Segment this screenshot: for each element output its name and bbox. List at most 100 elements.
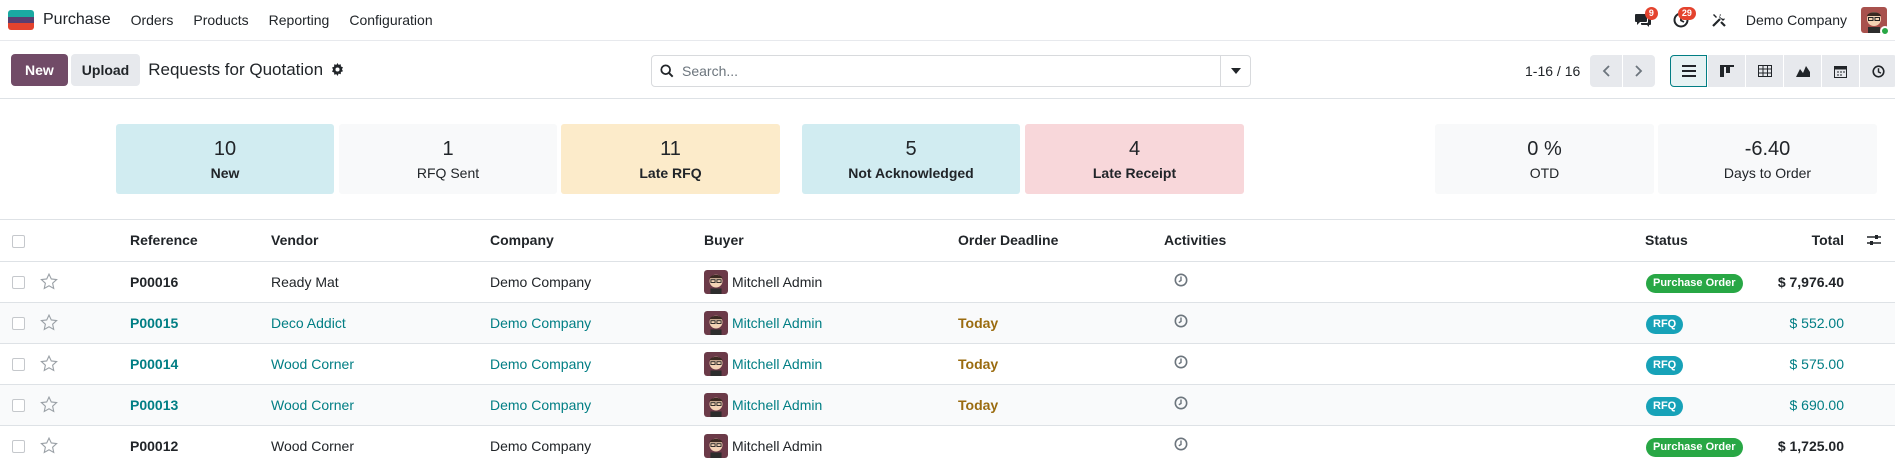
company-switcher[interactable]: Demo Company [1746,12,1847,28]
priority-star-icon[interactable] [40,314,58,331]
column-order-deadline[interactable]: Order Deadline [954,220,1160,262]
row-checkbox[interactable] [12,276,25,290]
cell-vendor: Wood Corner [267,384,486,426]
table-row[interactable]: P00014 Wood Corner Demo Company Mitchell… [0,343,1895,385]
buyer-avatar [704,433,728,458]
activity-clock-icon[interactable] [1174,273,1188,287]
pager-value[interactable]: 1-16 / 16 [1525,63,1580,79]
priority-star-icon[interactable] [40,396,58,413]
cell-reference: P00012 [126,425,267,462]
activity-clock-icon[interactable] [1174,396,1188,410]
search-input[interactable] [682,57,1220,85]
card-rfq-sent[interactable]: 1 RFQ Sent [339,124,557,194]
column-status[interactable]: Status [1645,232,1688,248]
column-activities[interactable]: Activities [1160,220,1637,262]
tools-icon [1712,14,1726,27]
messages-button[interactable]: 9 [1626,7,1660,33]
menu-configuration[interactable]: Configuration [349,12,432,28]
kanban-view-button[interactable] [1708,55,1745,87]
priority-star-icon[interactable] [40,437,58,454]
activity-clock-icon[interactable] [1174,314,1188,328]
control-panel: New Upload Requests for Quotation 1-16 /… [0,41,1895,99]
table-row[interactable]: P00015 Deco Addict Demo Company Mitchell… [0,302,1895,344]
clock-icon [1872,64,1885,78]
cell-reference: P00013 [126,384,267,426]
cell-vendor: Ready Mat [267,261,486,303]
status-badge: Purchase Order [1646,437,1743,457]
status-badge: Purchase Order [1646,273,1743,293]
activity-clock-icon[interactable] [1174,437,1188,451]
optional-columns-toggle[interactable] [1867,234,1881,246]
kpi-value: 0 % [1527,138,1562,160]
buyer-avatar [704,392,728,417]
search-bar [651,55,1251,87]
online-status-indicator [1880,26,1890,36]
card-new[interactable]: 10 New [116,124,334,194]
menu-reporting[interactable]: Reporting [269,12,330,28]
cell-reference: P00015 [126,302,267,344]
pager-previous-button[interactable] [1590,55,1623,87]
new-button[interactable]: New [11,53,68,86]
cell-company: Demo Company [486,384,700,426]
activities-button[interactable]: 29 [1664,7,1698,33]
table-row[interactable]: P00012 Wood Corner Demo Company Mitchell… [0,425,1895,462]
status-badge: RFQ [1646,314,1684,334]
row-checkbox[interactable] [12,440,25,454]
cell-order-deadline: Today [954,384,1160,426]
cell-order-deadline: Today [954,302,1160,344]
purchase-app-icon[interactable] [8,10,34,30]
row-checkbox[interactable] [12,399,25,413]
calendar-icon [1834,65,1847,78]
buyer-name: Mitchell Admin [732,437,823,454]
card-value: 5 [905,138,917,160]
cell-activities [1160,425,1637,462]
card-not-acknowledged[interactable]: 5 Not Acknowledged [802,124,1020,194]
cell-order-deadline: Today [954,343,1160,385]
column-vendor[interactable]: Vendor [267,220,486,262]
card-late-rfq[interactable]: 11 Late RFQ [561,124,780,194]
menu-products[interactable]: Products [193,12,248,28]
pager-next-button[interactable] [1623,55,1656,87]
list-view-button[interactable] [1670,55,1707,87]
table-row[interactable]: P00013 Wood Corner Demo Company Mitchell… [0,384,1895,426]
priority-star-icon[interactable] [40,355,58,372]
cell-activities [1160,343,1637,385]
upload-button[interactable]: Upload [70,53,141,86]
cell-buyer: Mitchell Admin [700,384,954,426]
messages-count-badge: 9 [1644,7,1658,20]
app-name[interactable]: Purchase [43,11,111,29]
card-label: New [210,165,240,181]
graph-view-button[interactable] [1784,55,1821,87]
card-value: 4 [1128,138,1141,160]
column-buyer[interactable]: Buyer [700,220,954,262]
card-value: 10 [213,138,237,160]
cell-activities [1160,261,1637,303]
debug-tools-button[interactable] [1702,7,1736,33]
cell-buyer: Mitchell Admin [700,343,954,385]
card-label: Not Acknowledged [848,165,974,181]
table-row[interactable]: P00016 Ready Mat Demo Company Mitchell A… [0,261,1895,303]
menu-orders[interactable]: Orders [131,12,174,28]
search-options-toggle[interactable] [1220,56,1250,86]
card-label: Late RFQ [639,165,702,181]
column-reference[interactable]: Reference [126,220,267,262]
user-avatar[interactable] [1861,7,1890,36]
row-checkbox[interactable] [12,358,25,372]
activity-view-button[interactable] [1860,55,1895,87]
buyer-avatar [704,351,728,376]
card-late-receipt[interactable]: 4 Late Receipt [1025,124,1244,194]
buyer-name: Mitchell Admin [732,355,823,372]
column-company[interactable]: Company [486,220,700,262]
status-badge: RFQ [1646,355,1684,375]
activity-clock-icon[interactable] [1174,355,1188,369]
calendar-view-button[interactable] [1822,55,1859,87]
row-checkbox[interactable] [12,317,25,331]
search-icon [652,64,682,78]
cell-activities [1160,384,1637,426]
buyer-avatar [704,310,728,335]
action-gear-button[interactable] [331,63,344,76]
select-all-checkbox[interactable] [12,235,25,249]
cell-status: RFQ [1646,302,1895,344]
priority-star-icon[interactable] [40,273,58,290]
pivot-view-button[interactable] [1746,55,1783,87]
